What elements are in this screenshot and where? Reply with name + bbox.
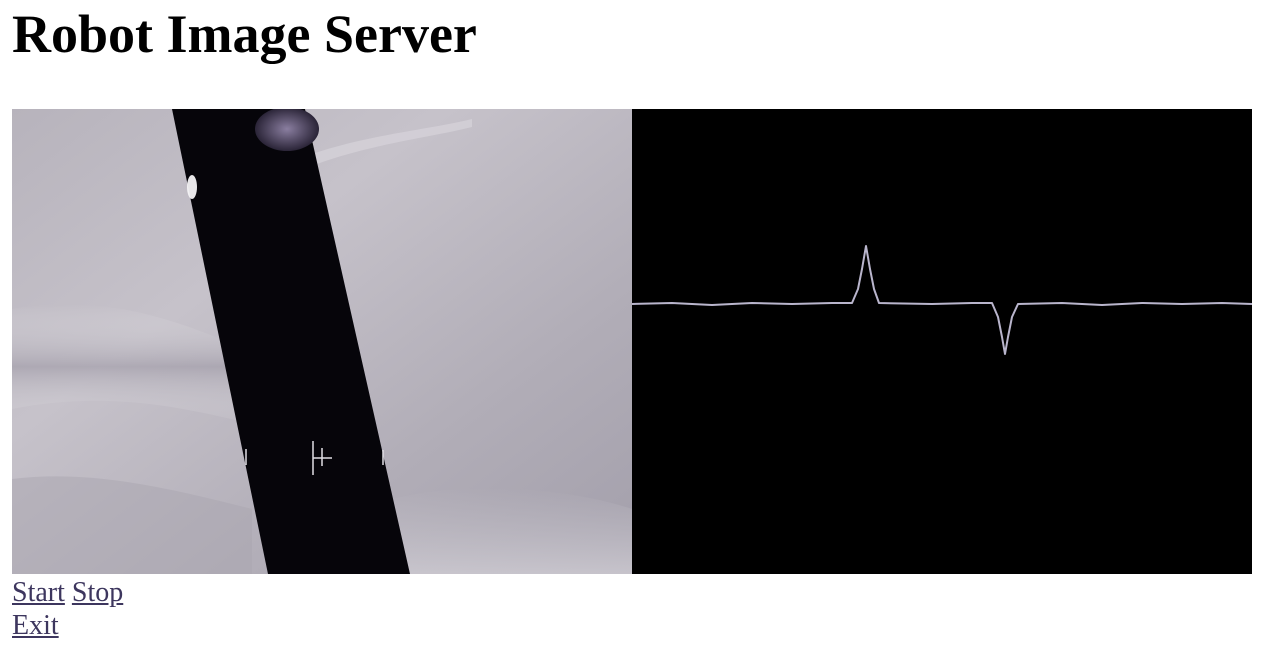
exit-link[interactable]: Exit — [12, 610, 59, 641]
start-link[interactable]: Start — [12, 577, 65, 608]
image-row — [12, 109, 1252, 574]
stop-link[interactable]: Stop — [72, 577, 123, 608]
camera-feed-image — [12, 109, 632, 574]
signal-plot-image — [632, 109, 1252, 574]
page-title: Robot Image Server — [12, 4, 477, 64]
link-bar: Start Stop Exit — [12, 576, 123, 642]
